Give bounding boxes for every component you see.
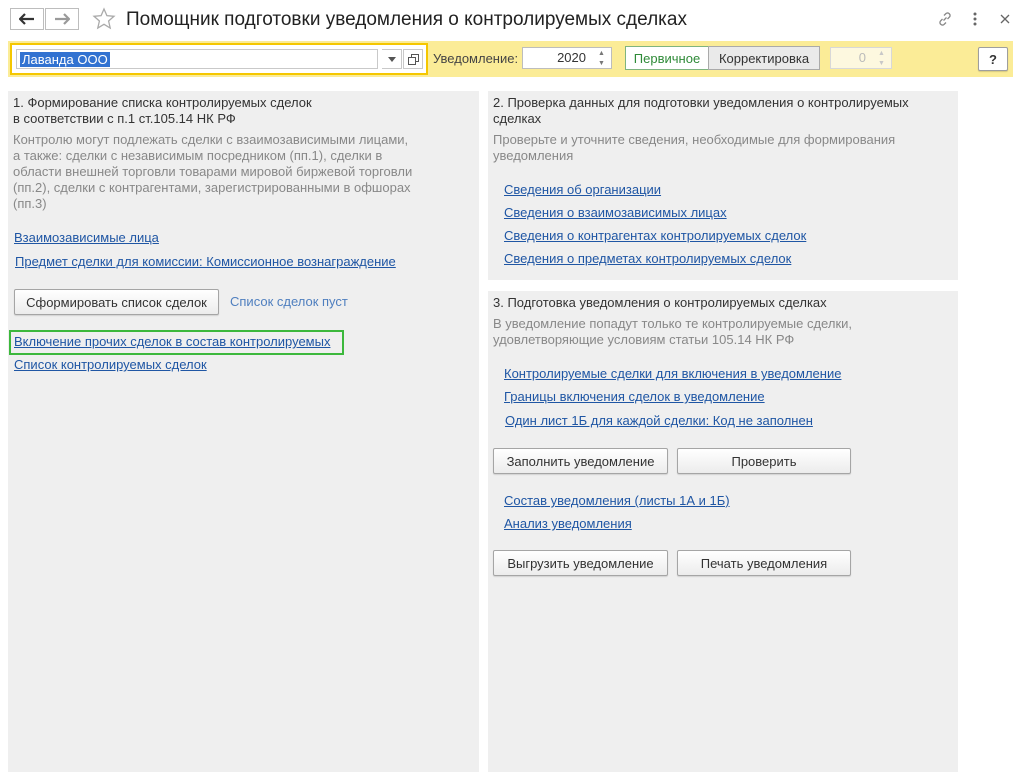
organization-input[interactable]: Лаванда ООО [16, 49, 378, 69]
back-button[interactable] [10, 8, 44, 30]
correction-spinner: ▲ ▼ [872, 47, 892, 69]
include-other-deals-link[interactable]: Включение прочих сделок в состав контрол… [14, 334, 330, 349]
notice-type-primary[interactable]: Первичное [625, 46, 709, 70]
open-window-icon [407, 53, 419, 65]
check-button[interactable]: Проверить [677, 448, 851, 474]
deals-list-status: Список сделок пуст [230, 294, 348, 309]
section-2-heading: 2. Проверка данных для подготовки уведом… [493, 95, 909, 126]
link-icon[interactable] [936, 10, 954, 28]
related-parties-info-link[interactable]: Сведения о взаимозависимых лицах [504, 205, 727, 220]
fill-notice-button[interactable]: Заполнить уведомление [493, 448, 668, 474]
commission-subject-link[interactable]: Предмет сделки для комиссии: Комиссионно… [15, 254, 396, 269]
close-icon[interactable] [996, 10, 1014, 28]
section-1-heading: 1. Формирование списка контролируемых сд… [13, 95, 312, 126]
organization-value: Лаванда ООО [20, 52, 110, 67]
arrow-right-icon [55, 13, 70, 25]
notice-type-correction[interactable]: Корректировка [708, 46, 820, 70]
page-title: Помощник подготовки уведомления о контро… [126, 9, 687, 30]
notice-analysis-link[interactable]: Анализ уведомления [504, 516, 632, 531]
toolbar: Лаванда ООО Уведомление: 2020 ▲ ▼ Первич… [8, 41, 1013, 77]
favorite-star-icon[interactable] [92, 7, 116, 34]
organization-selector[interactable]: Лаванда ООО [10, 43, 428, 75]
notice-label: Уведомление: [433, 51, 519, 66]
section-3-panel [488, 291, 958, 772]
chevron-down-icon [387, 56, 396, 62]
counterparties-info-link[interactable]: Сведения о контрагентах контролируемых с… [504, 228, 806, 243]
notice-composition-link[interactable]: Состав уведомления (листы 1А и 1Б) [504, 493, 730, 508]
section-3-heading: 3. Подготовка уведомления о контролируем… [493, 295, 827, 310]
export-notice-button[interactable]: Выгрузить уведомление [493, 550, 668, 576]
deal-subjects-info-link[interactable]: Сведения о предметах контролируемых сдел… [504, 251, 791, 266]
spin-down-icon: ▼ [878, 59, 885, 67]
related-parties-link[interactable]: Взаимозависимые лица [14, 230, 159, 245]
spin-down-icon[interactable]: ▼ [592, 58, 611, 68]
spin-up-icon: ▲ [878, 49, 885, 57]
inclusion-limits-link[interactable]: Границы включения сделок в уведомление [504, 389, 765, 404]
deals-for-notice-link[interactable]: Контролируемые сделки для включения в ув… [504, 366, 841, 381]
forward-button[interactable] [45, 8, 79, 30]
section-2-description: Проверьте и уточните сведения, необходим… [493, 132, 896, 163]
organization-info-link[interactable]: Сведения об организации [504, 182, 661, 197]
print-notice-button[interactable]: Печать уведомления [677, 550, 851, 576]
controlled-deals-list-link[interactable]: Список контролируемых сделок [14, 357, 207, 372]
year-field[interactable]: 2020 [522, 47, 593, 69]
arrow-left-icon [19, 13, 34, 25]
section-1-description: Контролю могут подлежать сделки с взаимо… [13, 132, 413, 211]
correction-number-field: 0 [830, 47, 873, 69]
year-spinner[interactable]: ▲ ▼ [592, 47, 612, 69]
more-menu-icon[interactable] [966, 10, 984, 28]
section-3-description: В уведомление попадут только те контроли… [493, 316, 853, 347]
form-deals-list-button[interactable]: Сформировать список сделок [14, 289, 219, 315]
one-sheet-per-deal-link[interactable]: Один лист 1Б для каждой сделки: Код не з… [505, 413, 813, 428]
organization-dropdown-button[interactable] [382, 49, 402, 69]
help-button[interactable]: ? [978, 47, 1008, 71]
spin-up-icon[interactable]: ▲ [592, 48, 611, 58]
organization-open-button[interactable] [403, 49, 423, 69]
